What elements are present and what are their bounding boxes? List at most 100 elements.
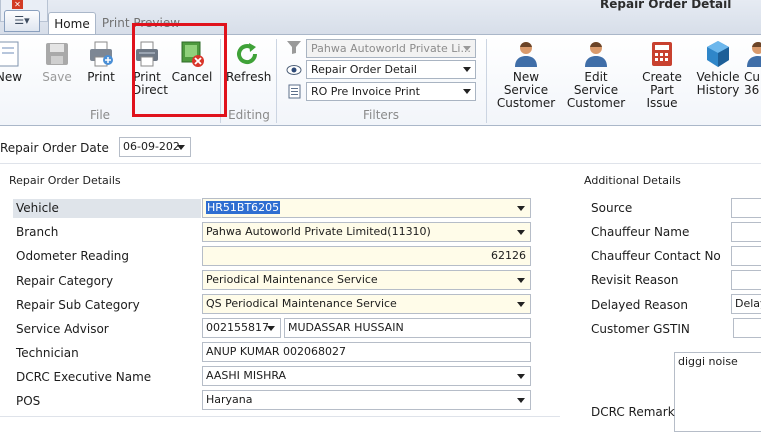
technician-value: ANUP KUMAR 002068027: [206, 345, 347, 358]
technician-field[interactable]: ANUP KUMAR 002068027: [202, 342, 531, 362]
vehicle-history-button[interactable]: Vehicle History: [695, 39, 741, 97]
print-button[interactable]: Print: [84, 39, 118, 84]
ribbon: New Save Print Print Direct Cancel File …: [0, 34, 761, 126]
dcrc-executive-select[interactable]: AASHI MISHRA: [202, 366, 531, 386]
pos-label: POS: [16, 394, 41, 408]
edit-service-customer-button[interactable]: Edit Service Customer: [563, 39, 629, 110]
print-icon: [90, 41, 113, 67]
odometer-input[interactable]: 62126: [202, 246, 531, 266]
vehicle-history-label: Vehicle History: [696, 70, 740, 97]
additional-details-heading: Additional Details: [584, 174, 681, 187]
delayed-reason-value: Delay: [735, 297, 761, 310]
repair-sub-category-label: Repair Sub Category: [16, 298, 140, 312]
new-icon: [0, 41, 19, 67]
customer-gstin-field[interactable]: [733, 318, 761, 338]
repair-order-details-heading: Repair Order Details: [9, 174, 121, 187]
invoice-select-value: RO Pre Invoice Print: [311, 85, 420, 98]
branch-label: Branch: [16, 225, 59, 239]
report-select-value: Repair Order Detail: [311, 63, 417, 76]
service-advisor-label: Service Advisor: [16, 322, 109, 336]
editing-group-label: Editing: [228, 108, 270, 122]
pos-value: Haryana: [206, 393, 253, 406]
repair-order-date-value: 06-09-202: [123, 140, 180, 153]
vehicle-label: Vehicle: [16, 201, 59, 215]
vehicle-select[interactable]: HR51BT6205: [202, 198, 531, 218]
chauffeur-name-label: Chauffeur Name: [591, 225, 690, 239]
delayed-reason-select[interactable]: Delay: [731, 294, 761, 314]
dcrc-executive-value: AASHI MISHRA: [206, 369, 287, 382]
dcrc-remark-textarea[interactable]: diggi noise: [674, 352, 761, 432]
repair-category-label: Repair Category: [16, 274, 114, 288]
group-divider: [486, 39, 487, 123]
refresh-label: Refresh: [226, 70, 272, 84]
new-service-customer-label: New Service Customer: [496, 70, 556, 110]
repair-order-window: ☰▾ ✕ Home Print Preview Repair Order Det…: [0, 0, 761, 432]
pos-select[interactable]: Haryana: [202, 390, 531, 410]
dcrc-executive-label: DCRC Executive Name: [16, 370, 152, 384]
source-field[interactable]: [731, 198, 761, 218]
file-group-label: File: [89, 108, 111, 122]
close-icon[interactable]: ✕: [12, 0, 23, 9]
new-service-customer-button[interactable]: New Service Customer: [493, 39, 559, 110]
repair-sub-category-select[interactable]: QS Periodical Maintenance Service: [202, 294, 531, 314]
repair-order-date-label: Repair Order Date: [0, 141, 109, 155]
refresh-button[interactable]: Refresh: [226, 39, 272, 84]
edit-service-customer-label: Edit Service Customer: [566, 70, 626, 110]
group-divider: [276, 39, 277, 123]
eye-icon: [286, 65, 302, 75]
save-button[interactable]: Save: [40, 39, 74, 84]
filters-group-label: Filters: [363, 108, 399, 122]
create-part-issue-button[interactable]: Create Part Issue: [633, 39, 691, 110]
save-label: Save: [42, 70, 72, 84]
odometer-label: Odometer Reading: [16, 249, 130, 263]
odometer-value: 62126: [491, 249, 526, 262]
document-icon: [288, 84, 301, 99]
service-advisor-name: MUDASSAR HUSSAIN: [288, 321, 404, 334]
new-button[interactable]: New: [0, 39, 26, 84]
revisit-reason-label: Revisit Reason: [591, 273, 679, 287]
service-advisor-code: 002155817: [206, 321, 269, 334]
user-icon: [515, 41, 537, 67]
tab-home[interactable]: Home: [48, 12, 96, 35]
app-menu-button[interactable]: ☰▾: [4, 10, 40, 32]
create-part-issue-label: Create Part Issue: [642, 70, 682, 110]
dcrc-remark-value: diggi noise: [678, 355, 738, 368]
new-label: New: [0, 70, 23, 84]
customer-360-label: Cu 36: [744, 70, 760, 97]
branch-value: Pahwa Autoworld Private Limited(11310): [206, 225, 431, 238]
repair-sub-category-value: QS Periodical Maintenance Service: [206, 297, 397, 310]
user-icon: [585, 41, 607, 67]
print-label: Print: [87, 70, 115, 84]
report-select[interactable]: Repair Order Detail: [306, 60, 476, 79]
customer-360-button[interactable]: Cu 36: [744, 39, 761, 97]
source-label: Source: [591, 201, 633, 215]
divider: [0, 163, 761, 164]
service-advisor-code-select[interactable]: 002155817: [202, 318, 281, 338]
calculator-icon: [652, 42, 672, 66]
dcrc-remark-label: DCRC Remark: [591, 405, 675, 419]
repair-category-select[interactable]: Periodical Maintenance Service: [202, 270, 531, 290]
highlight-box: [132, 23, 227, 117]
menu-icon: ☰▾: [14, 14, 30, 27]
repair-category-value: Periodical Maintenance Service: [206, 273, 378, 286]
vehicle-value: HR51BT6205: [206, 201, 281, 214]
invoice-select[interactable]: RO Pre Invoice Print: [306, 82, 476, 101]
chauffeur-contact-label: Chauffeur Contact No: [591, 249, 721, 263]
dealer-select-value: Pahwa Autoworld Private Li...: [311, 42, 471, 55]
service-advisor-name-field[interactable]: MUDASSAR HUSSAIN: [284, 318, 531, 338]
technician-label: Technician: [16, 346, 79, 360]
delayed-reason-label: Delayed Reason: [591, 298, 688, 312]
save-icon: [46, 43, 68, 65]
filter-icon: [287, 41, 301, 54]
branch-select[interactable]: Pahwa Autoworld Private Limited(11310): [202, 222, 531, 242]
refresh-icon: [237, 43, 258, 64]
chauffeur-contact-field[interactable]: [731, 246, 761, 266]
chauffeur-name-field[interactable]: [731, 222, 761, 242]
dealer-select[interactable]: Pahwa Autoworld Private Li...: [306, 39, 476, 58]
customer-gstin-label: Customer GSTIN: [591, 322, 690, 336]
user-icon: [747, 41, 761, 67]
revisit-reason-field[interactable]: [731, 270, 761, 290]
divider: [0, 416, 560, 417]
repair-order-date-picker[interactable]: 06-09-202: [119, 137, 191, 157]
window-title: Repair Order Detail: [600, 0, 732, 11]
